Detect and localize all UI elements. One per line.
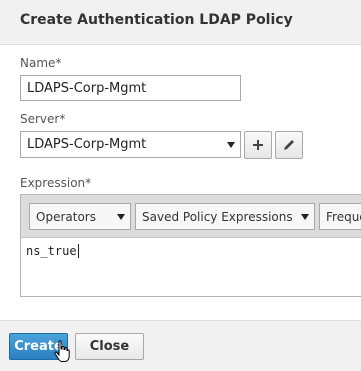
dialog-header: Create Authentication LDAP Policy — [0, 0, 361, 45]
name-field[interactable]: LDAPS-Corp-Mgmt — [20, 75, 241, 101]
chevron-down-icon — [117, 213, 125, 220]
server-selected-value: LDAPS-Corp-Mgmt — [27, 137, 147, 152]
text-cursor — [77, 244, 79, 258]
expression-text[interactable]: ns_true — [26, 244, 79, 258]
add-server-button[interactable] — [244, 131, 272, 159]
frequently-used-label: Freque — [326, 209, 361, 224]
operators-label: Operators — [36, 209, 96, 224]
dialog-title: Create Authentication LDAP Policy — [20, 12, 293, 28]
chevron-down-icon — [227, 141, 235, 148]
frequently-used-dropdown[interactable]: Freque — [319, 203, 361, 230]
saved-policy-expressions-label: Saved Policy Expressions — [142, 209, 293, 224]
saved-policy-expressions-dropdown[interactable]: Saved Policy Expressions — [135, 203, 315, 230]
hand-pointer-icon — [54, 340, 70, 362]
expression-toolbar: Operators Saved Policy Expressions Frequ… — [21, 195, 361, 238]
expression-label: Expression* — [20, 176, 92, 190]
plus-icon — [253, 140, 263, 150]
pencil-icon — [284, 140, 294, 150]
expression-editor[interactable]: Operators Saved Policy Expressions Frequ… — [20, 194, 361, 297]
edit-server-button[interactable] — [275, 131, 303, 159]
server-select[interactable]: LDAPS-Corp-Mgmt — [20, 131, 241, 158]
server-label: Server* — [20, 112, 66, 126]
expression-value: ns_true — [26, 244, 77, 258]
name-label: Name* — [20, 56, 62, 70]
operators-dropdown[interactable]: Operators — [29, 203, 131, 230]
close-button[interactable]: Close — [75, 333, 144, 360]
chevron-down-icon — [301, 213, 309, 220]
